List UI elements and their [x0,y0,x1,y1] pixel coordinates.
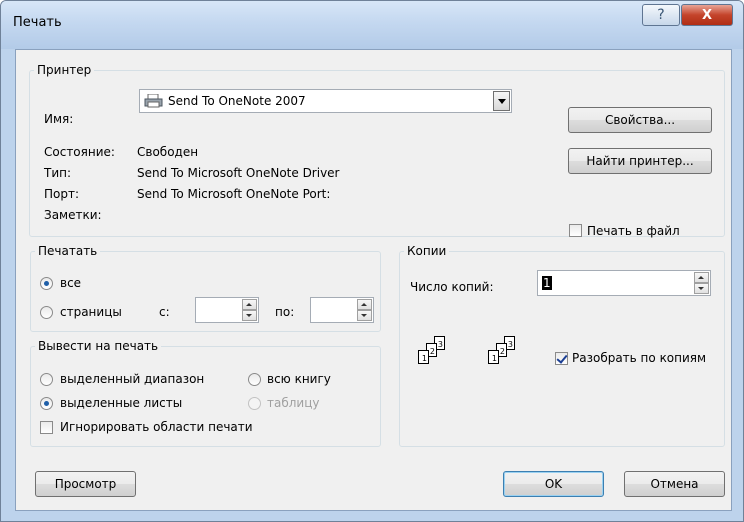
notes-label: Заметки: [44,208,102,222]
collate-checkbox[interactable] [555,352,568,365]
copies-count-value: 1 [542,276,552,290]
printer-group: Принтер Имя: Send To OneNote 2007 Состоя… [29,63,725,238]
window-title: Печать [13,15,62,30]
print-pages-label[interactable]: страницы [60,305,122,319]
from-label: с: [159,305,170,319]
print-all-label[interactable]: все [60,276,81,290]
port-label: Порт: [44,187,80,201]
printer-group-legend: Принтер [34,63,95,77]
copies-count-input[interactable]: 1 [537,270,711,296]
spin-up-icon[interactable] [242,299,257,310]
collate-label[interactable]: Разобрать по копиям [572,351,706,365]
print-range-group: Печатать все страницы с: по: [30,244,381,332]
from-page-input[interactable] [195,297,259,323]
spin-up-icon[interactable] [357,299,372,310]
chevron-down-icon[interactable] [493,91,510,111]
ok-button[interactable]: OK [503,471,604,497]
print-what-group: Вывести на печать выделенный диапазон вс… [30,339,381,447]
type-label: Тип: [44,166,72,180]
port-value: Send To Microsoft OneNote Port: [137,187,331,201]
spin-down-icon[interactable] [357,310,372,321]
ignore-print-areas-label[interactable]: Игнорировать области печати [60,420,253,434]
active-sheets-radio[interactable] [40,397,53,410]
printer-name-label: Имя: [44,112,74,126]
window-bottom-border [1,511,743,521]
close-icon: X [701,7,713,23]
close-button[interactable]: X [681,4,733,26]
print-pages-radio[interactable] [40,306,53,319]
collate-pages-icon-2: 3 2 1 [480,336,520,376]
title-bar[interactable]: Печать ? X [1,1,743,49]
print-what-legend: Вывести на печать [35,339,162,353]
ignore-print-areas-checkbox[interactable] [40,421,53,434]
printer-icon [144,94,163,108]
table-radio[interactable] [248,397,261,410]
preview-button[interactable]: Просмотр [35,471,136,497]
copies-group: Копии Число копий: 1 3 2 1 3 2 1 Разобра… [399,244,725,447]
collate-pages-icon-1: 3 2 1 [410,336,450,376]
print-all-radio[interactable] [40,277,53,290]
spin-up-icon[interactable] [694,272,709,283]
copies-legend: Копии [404,244,450,258]
table-label[interactable]: таблицу [267,396,319,410]
print-dialog: Печать ? X Принтер Имя: Send To OneNote … [0,0,744,522]
page-1-icon: 1 [418,350,429,364]
type-value: Send To Microsoft OneNote Driver [137,166,340,180]
workbook-radio[interactable] [248,373,261,386]
print-range-legend: Печатать [35,244,101,258]
spin-down-icon[interactable] [694,283,709,294]
to-page-input[interactable] [310,297,374,323]
page-1-icon: 1 [488,350,499,364]
print-to-file-label[interactable]: Печать в файл [587,224,680,238]
active-sheets-label[interactable]: выделенные листы [60,396,182,410]
find-printer-button[interactable]: Найти принтер... [568,148,712,174]
cancel-button[interactable]: Отмена [624,471,725,497]
spin-down-icon[interactable] [242,310,257,321]
status-label: Состояние: [44,145,115,159]
selection-label[interactable]: выделенный диапазон [60,372,204,386]
status-value: Свободен [137,145,199,159]
workbook-label[interactable]: всю книгу [267,372,331,386]
selection-radio[interactable] [40,373,53,386]
properties-button[interactable]: Свойства... [568,107,712,133]
printer-name-value: Send To OneNote 2007 [168,94,306,108]
dialog-body: Принтер Имя: Send To OneNote 2007 Состоя… [15,49,732,511]
printer-name-dropdown[interactable]: Send To OneNote 2007 [139,89,512,113]
print-to-file-checkbox[interactable] [569,224,582,237]
help-button[interactable]: ? [642,4,680,26]
to-label: по: [275,305,295,319]
copies-count-label: Число копий: [410,280,494,294]
help-icon: ? [657,7,665,23]
